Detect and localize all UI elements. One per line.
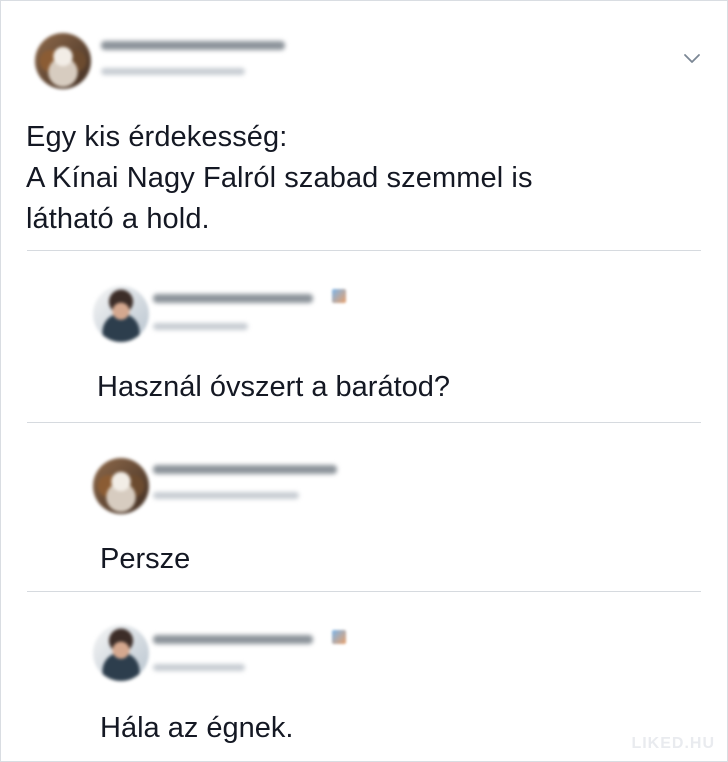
author-handle-redacted: [101, 68, 245, 75]
verified-badge-icon: [332, 289, 346, 303]
avatar[interactable]: [93, 458, 149, 514]
watermark-logo: LIKED.HU: [631, 735, 715, 752]
author-name-redacted[interactable]: [153, 294, 313, 303]
avatar[interactable]: [93, 286, 149, 342]
avatar[interactable]: [35, 33, 91, 89]
author-handle-redacted: [153, 492, 299, 499]
verified-badge-icon: [332, 630, 346, 644]
author-name-redacted[interactable]: [153, 465, 337, 474]
author-name-redacted[interactable]: [101, 41, 285, 50]
chevron-down-icon[interactable]: [682, 48, 702, 68]
author-name-redacted[interactable]: [153, 635, 313, 644]
comment-thread: Egy kis érdekesség: A Kínai Nagy Falról …: [0, 0, 728, 762]
reply-2: Persze: [1, 423, 727, 593]
author-handle-redacted: [153, 664, 245, 671]
reply-3: Hála az égnek.: [1, 592, 727, 761]
author-handle-redacted: [153, 323, 248, 330]
reply-text: Használ óvszert a barátod?: [97, 371, 451, 403]
reply-text: Hála az égnek.: [100, 712, 294, 744]
avatar[interactable]: [93, 625, 149, 681]
reply-text: Persze: [100, 543, 191, 575]
post-text: Egy kis érdekesség: A Kínai Nagy Falról …: [26, 121, 533, 235]
original-post: Egy kis érdekesség: A Kínai Nagy Falról …: [1, 1, 727, 251]
reply-1: Használ óvszert a barátod?: [1, 251, 727, 421]
